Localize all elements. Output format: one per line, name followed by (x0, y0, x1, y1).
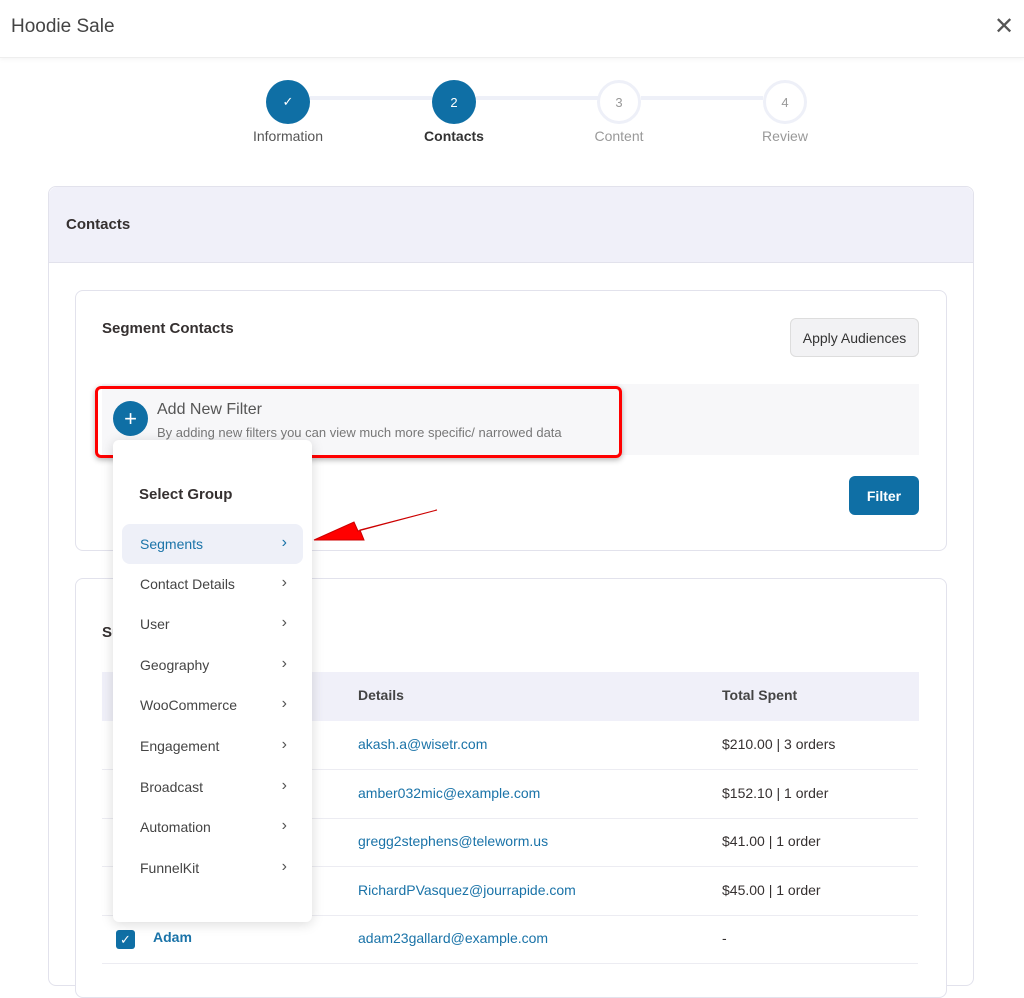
dropdown-item-broadcast[interactable]: Broadcast › (122, 767, 303, 807)
dropdown-item-woocommerce[interactable]: WooCommerce › (122, 685, 303, 725)
contact-name[interactable]: Adam (153, 929, 192, 945)
step-information[interactable]: ✓ (266, 80, 310, 124)
table-row: ✓ Adam adam23gallard@example.com - (102, 915, 918, 964)
segment-title: Segment Contacts (102, 320, 234, 337)
total-spent: $210.00 | 3 orders (722, 736, 836, 752)
dropdown-item-geography[interactable]: Geography › (122, 645, 303, 685)
chevron-right-icon: › (281, 534, 287, 551)
modal-header (0, 0, 1024, 58)
contact-email[interactable]: RichardPVasquez@jourrapide.com (358, 882, 576, 898)
stepper-connector (641, 96, 763, 100)
total-spent: - (722, 930, 727, 946)
step-label: Contacts (424, 128, 484, 144)
dropdown-item-contact-details[interactable]: Contact Details › (122, 564, 303, 604)
column-header-total-spent: Total Spent (722, 687, 798, 703)
chevron-right-icon: › (281, 574, 287, 591)
contact-email[interactable]: gregg2stephens@teleworm.us (358, 833, 548, 849)
modal-title: Hoodie Sale (11, 16, 115, 37)
chevron-right-icon: › (281, 614, 287, 631)
step-label: Content (594, 128, 644, 144)
step-content[interactable]: 3 (597, 80, 641, 124)
dropdown-item-user[interactable]: User › (122, 604, 303, 644)
annotation-arrow-icon (313, 509, 438, 541)
total-spent: $152.10 | 1 order (722, 785, 829, 801)
item-label: Engagement (140, 738, 220, 754)
close-icon[interactable]: ✕ (994, 12, 1014, 41)
contact-email[interactable]: adam23gallard@example.com (358, 930, 548, 946)
contacts-title: Contacts (66, 216, 131, 233)
chevron-right-icon: › (281, 695, 287, 712)
chevron-right-icon: › (281, 777, 287, 794)
item-label: WooCommerce (140, 697, 237, 713)
chevron-right-icon: › (281, 817, 287, 834)
item-label: Broadcast (140, 779, 204, 795)
select-group-dropdown: Select Group Segments › Contact Details › … (113, 440, 312, 922)
dropdown-item-automation[interactable]: Automation › (122, 807, 303, 847)
dropdown-item-funnelkit[interactable]: FunnelKit › (122, 848, 303, 888)
contact-email[interactable]: akash.a@wisetr.com (358, 736, 487, 752)
chevron-right-icon: › (281, 736, 287, 753)
row-checkbox[interactable]: ✓ (116, 930, 135, 949)
item-label: Automation (140, 819, 211, 835)
filter-button[interactable]: Filter (849, 476, 919, 515)
stepper-connector (310, 96, 432, 100)
chevron-right-icon: › (281, 655, 287, 672)
item-label: Contact Details (140, 576, 235, 592)
step-contacts[interactable]: 2 (432, 80, 476, 124)
dropdown-title: Select Group (139, 486, 233, 503)
dropdown-item-segments[interactable]: Segments › (122, 524, 303, 564)
item-label: Geography (140, 657, 210, 673)
step-review[interactable]: 4 (763, 80, 807, 124)
step-label: Information (252, 128, 324, 144)
column-header-details: Details (358, 687, 404, 703)
step-label: Review (762, 128, 808, 144)
item-label: Segments (140, 536, 204, 552)
total-spent: $45.00 | 1 order (722, 882, 821, 898)
item-label: User (140, 616, 170, 632)
total-spent: $41.00 | 1 order (722, 833, 821, 849)
apply-audiences-button[interactable]: Apply Audiences (790, 318, 919, 357)
dropdown-item-engagement[interactable]: Engagement › (122, 726, 303, 766)
contact-email[interactable]: amber032mic@example.com (358, 785, 540, 801)
chevron-right-icon: › (281, 858, 287, 875)
stepper-connector (476, 96, 598, 100)
item-label: FunnelKit (140, 860, 200, 876)
